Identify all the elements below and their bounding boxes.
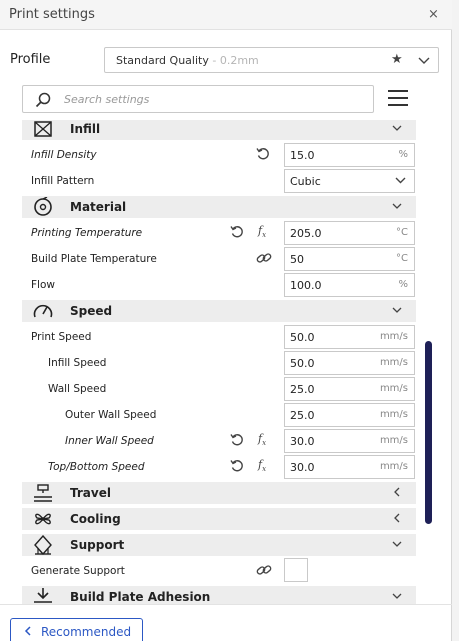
chevron-down-icon [392,307,402,313]
category-label: Cooling [70,512,121,526]
top-bottom-speed-input[interactable]: 30.0 mm/s [284,455,415,479]
support-icon [34,535,52,555]
settings-scrollbar[interactable] [425,341,432,524]
settings-list: Infill Infill Density 15.0% Infill Patte… [22,120,418,604]
recommended-label: Recommended [41,625,132,639]
setting-row-infill-pattern: Infill Pattern Cubic [22,168,416,194]
setting-label: Print Speed [31,331,92,343]
recommended-button[interactable]: Recommended [10,618,143,641]
category-label: Infill [70,122,101,136]
category-infill[interactable]: Infill [22,120,416,140]
profile-dropdown[interactable]: Standard Quality - 0.2mm ★ [104,47,439,73]
setting-row-wall-speed: Wall Speed 25.0 mm/s [22,376,416,402]
setting-label: Build Plate Temperature [31,253,157,265]
background-window [452,0,459,641]
setting-row-build-plate-temperature: Build Plate Temperature 50 °C [22,246,416,272]
travel-icon [34,484,52,502]
setting-row-printing-temperature: Printing Temperature fx 205.0 °C [22,220,416,246]
print-speed-input[interactable]: 50.0 mm/s [284,325,415,349]
setting-row-infill-density: Infill Density 15.0% [22,142,416,168]
adhesion-icon [34,588,52,603]
chevron-left-icon [394,487,400,497]
setting-label: Wall Speed [48,383,107,395]
setting-label: Printing Temperature [31,227,143,239]
setting-row-infill-speed: Infill Speed 50.0 mm/s [22,350,416,376]
footer-divider [0,604,452,605]
function-fx-icon[interactable]: fx [258,458,266,473]
setting-row-generate-support: Generate Support [22,558,416,584]
reset-icon[interactable] [256,147,270,161]
chevron-down-icon [418,57,430,64]
favorite-star-icon[interactable]: ★ [391,52,403,67]
speed-gauge-icon [33,304,53,318]
printing-temperature-input[interactable]: 205.0 °C [284,221,415,245]
reset-icon[interactable] [230,433,244,447]
setting-label: Infill Pattern [31,175,95,187]
search-placeholder: Search settings [64,93,150,106]
material-spool-icon [34,197,52,216]
chevron-down-icon [392,593,402,599]
print-settings-panel: Print settings × Profile Standard Qualit… [0,0,452,641]
setting-row-flow: Flow 100.0% [22,272,416,298]
panel-title: Print settings [9,7,95,22]
setting-label: Infill Speed [48,357,107,369]
outer-wall-speed-input[interactable]: 25.0 mm/s [284,403,415,427]
inner-wall-speed-input[interactable]: 30.0 mm/s [284,429,415,453]
setting-label: Top/Bottom Speed [48,461,145,473]
chevron-down-icon [395,177,406,184]
category-material[interactable]: Material [22,196,416,218]
reset-icon[interactable] [230,225,244,239]
profile-layer-height: - 0.2mm [208,54,259,67]
reset-icon[interactable] [230,459,244,473]
title-bar: Print settings × [0,0,452,30]
fan-icon [35,513,51,525]
search-settings-field[interactable]: Search settings [22,85,374,113]
setting-row-print-speed: Print Speed 50.0 mm/s [22,324,416,350]
category-label: Speed [70,304,113,318]
search-icon [35,92,51,108]
category-label: Build Plate Adhesion [70,590,211,604]
build-plate-temperature-input[interactable]: 50 °C [284,247,415,271]
setting-row-outer-wall-speed: Outer Wall Speed 25.0 mm/s [22,402,416,428]
close-icon[interactable]: × [428,7,439,22]
function-fx-icon[interactable]: fx [258,224,266,239]
wall-speed-input[interactable]: 25.0 mm/s [284,377,415,401]
infill-pattern-dropdown[interactable]: Cubic [284,169,415,193]
settings-visibility-menu-icon[interactable] [388,90,408,108]
infill-speed-input[interactable]: 50.0 mm/s [284,351,415,375]
category-speed[interactable]: Speed [22,300,416,322]
generate-support-checkbox[interactable] [284,558,308,582]
infill-density-input[interactable]: 15.0% [284,143,415,167]
category-build-plate-adhesion[interactable]: Build Plate Adhesion [22,586,416,604]
chevron-down-icon [392,125,402,131]
category-cooling[interactable]: Cooling [22,508,416,530]
profile-name: Standard Quality - 0.2mm [116,54,259,67]
setting-row-top-bottom-speed: Top/Bottom Speed fx 30.0 mm/s [22,454,416,480]
chevron-left-icon [394,513,400,523]
setting-label: Infill Density [31,149,97,161]
chevron-down-icon [392,541,402,547]
category-travel[interactable]: Travel [22,482,416,504]
setting-label: Flow [31,279,55,291]
profile-label: Profile [10,52,51,67]
setting-label: Inner Wall Speed [65,435,154,447]
category-label: Support [70,538,125,552]
category-label: Material [70,200,127,214]
setting-row-inner-wall-speed: Inner Wall Speed fx 30.0 mm/s [22,428,416,454]
infill-icon [34,121,52,137]
link-icon[interactable] [256,251,272,265]
category-label: Travel [70,486,111,500]
function-fx-icon[interactable]: fx [258,432,266,447]
flow-input[interactable]: 100.0% [284,273,415,297]
setting-label: Generate Support [31,565,125,577]
link-icon[interactable] [256,563,272,577]
setting-label: Outer Wall Speed [65,409,157,421]
chevron-down-icon [392,203,402,209]
chevron-left-icon [24,626,31,636]
category-support[interactable]: Support [22,534,416,556]
